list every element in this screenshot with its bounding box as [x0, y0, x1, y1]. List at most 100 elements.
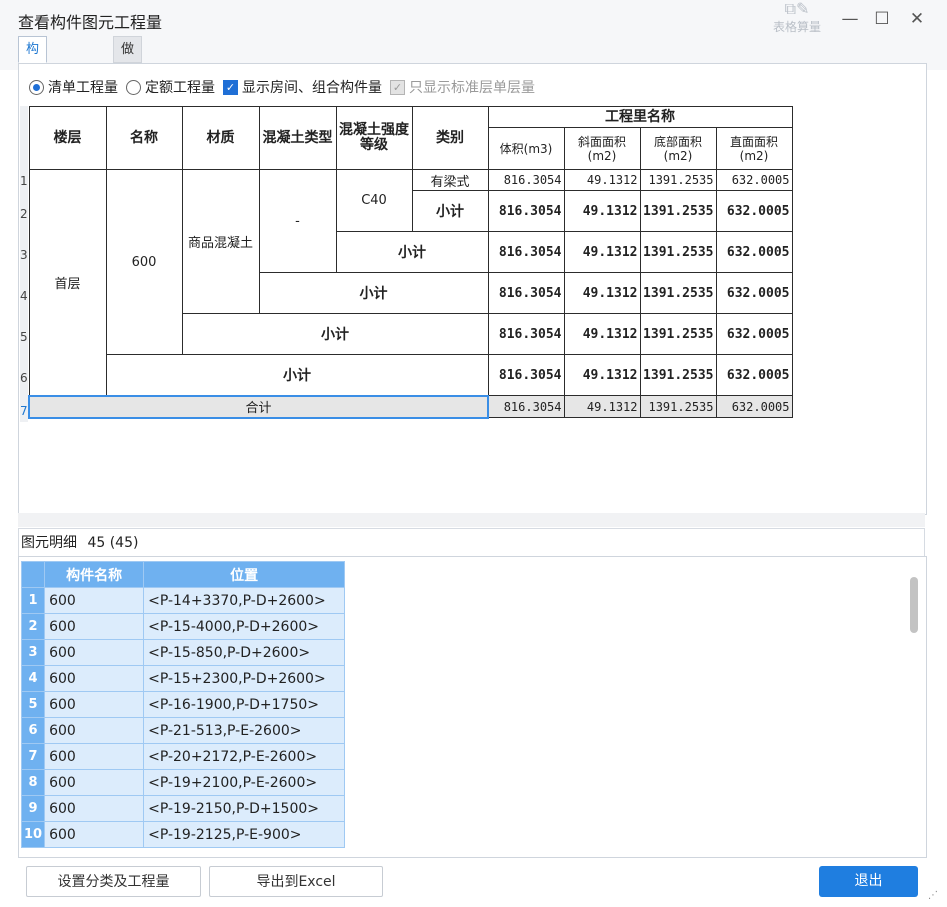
- subtotal-volume[interactable]: 816.3054: [487, 354, 565, 396]
- subtotal-slope-area[interactable]: 49.1312: [563, 190, 641, 232]
- row-name[interactable]: 600: [44, 613, 145, 640]
- tab-method-quantity[interactable]: 做法工程量: [113, 36, 143, 157]
- splitter[interactable]: [18, 513, 925, 527]
- row-position[interactable]: <P-19+2100,P-E-2600>: [143, 769, 346, 796]
- row-position[interactable]: <P-20+2172,P-E-2600>: [143, 743, 346, 770]
- total-bottom-area[interactable]: 1391.2535: [639, 395, 717, 418]
- table-row[interactable]: 6 600 <P-21-513,P-E-2600>: [20, 717, 346, 744]
- options-bar: 清单工程量 定额工程量 ✓ 显示房间、组合构件量 ✓ 只显示标准层单层量: [29, 77, 543, 97]
- total-volume[interactable]: 816.3054: [487, 395, 565, 418]
- checkbox-show-rooms[interactable]: ✓ 显示房间、组合构件量: [223, 77, 382, 97]
- radio-quota-quantity[interactable]: 定额工程量: [126, 77, 215, 97]
- export-excel-button[interactable]: 导出到Excel: [209, 866, 383, 897]
- row-position[interactable]: <P-19-2150,P-D+1500>: [143, 795, 346, 822]
- edit-table-icon: ⧉✎: [784, 0, 810, 18]
- subtotal-vertical-area[interactable]: 632.0005: [715, 313, 793, 355]
- subtotal-label[interactable]: 小计: [181, 313, 489, 355]
- cell-strength[interactable]: C40: [335, 169, 413, 232]
- table-row[interactable]: 4 600 <P-15+2300,P-D+2600>: [20, 665, 346, 692]
- subtotal-label[interactable]: 小计: [105, 354, 489, 396]
- subtotal-slope-area[interactable]: 49.1312: [563, 313, 641, 355]
- header-slope-area: 斜面面积(m2): [563, 127, 641, 170]
- subtotal-label[interactable]: 小计: [258, 272, 489, 314]
- subtotal-slope-area[interactable]: 49.1312: [563, 231, 641, 273]
- cell-category[interactable]: 有梁式: [411, 169, 489, 191]
- maximize-button[interactable]: ☐: [870, 8, 894, 32]
- minimize-button[interactable]: —: [838, 8, 862, 32]
- tab-component-quantity[interactable]: 构件工程量: [18, 36, 48, 157]
- subtotal-volume[interactable]: 816.3054: [487, 272, 565, 314]
- quantity-table: 楼层 名称 材质 混凝土类型 混凝土强度等级 类别 工程里名称 体积(m3) 斜…: [28, 106, 793, 419]
- radio-empty-icon: [126, 79, 141, 95]
- table-row[interactable]: 2 600 <P-15-4000,P-D+2600>: [20, 613, 346, 640]
- subtotal-label[interactable]: 小计: [335, 231, 489, 273]
- table-row[interactable]: 9 600 <P-19-2150,P-D+1500>: [20, 795, 346, 822]
- checkbox-show-rooms-label: 显示房间、组合构件量: [242, 80, 382, 96]
- checkbox-standard-floor[interactable]: ✓ 只显示标准层单层量: [390, 77, 535, 97]
- row-position[interactable]: <P-15+2300,P-D+2600>: [143, 665, 346, 692]
- background-table-tool: ⧉✎ 表格算量: [762, 0, 832, 45]
- header-name: 名称: [105, 106, 183, 170]
- total-vertical-area[interactable]: 632.0005: [715, 395, 793, 418]
- resize-grip-icon[interactable]: ⋰: [928, 890, 942, 904]
- cell-floor[interactable]: 首层: [28, 169, 107, 396]
- table-row[interactable]: 5 600 <P-16-1900,P-D+1750>: [20, 691, 346, 718]
- subtotal-slope-area[interactable]: 49.1312: [563, 354, 641, 396]
- subtotal-volume[interactable]: 816.3054: [487, 231, 565, 273]
- header-volume: 体积(m3): [487, 127, 565, 170]
- cell-volume[interactable]: 816.3054: [487, 169, 565, 191]
- subtotal-bottom-area[interactable]: 1391.2535: [639, 190, 717, 232]
- row-name[interactable]: 600: [44, 717, 145, 744]
- table-row[interactable]: 10 600 <P-19-2125,P-E-900>: [20, 821, 346, 848]
- table-row[interactable]: 8 600 <P-19+2100,P-E-2600>: [20, 769, 346, 796]
- row-name[interactable]: 600: [44, 587, 145, 614]
- table-row[interactable]: 3 600 <P-15-850,P-D+2600>: [20, 639, 346, 666]
- cell-concrete-type[interactable]: -: [258, 169, 337, 273]
- detail-col-position[interactable]: 位置: [143, 561, 346, 588]
- cell-bottom-area[interactable]: 1391.2535: [639, 169, 717, 191]
- subtotal-volume[interactable]: 816.3054: [487, 190, 565, 232]
- row-name[interactable]: 600: [44, 639, 145, 666]
- subtotal-vertical-area[interactable]: 632.0005: [715, 231, 793, 273]
- radio-selected-icon: [29, 79, 44, 95]
- row-position[interactable]: <P-21-513,P-E-2600>: [143, 717, 346, 744]
- total-label[interactable]: 合计: [28, 394, 489, 419]
- subtotal-slope-area[interactable]: 49.1312: [563, 272, 641, 314]
- row-position[interactable]: <P-15-4000,P-D+2600>: [143, 613, 346, 640]
- row-position[interactable]: <P-19-2125,P-E-900>: [143, 821, 346, 848]
- cell-material[interactable]: 商品混凝土: [181, 169, 260, 314]
- cell-slope-area[interactable]: 49.1312: [563, 169, 641, 191]
- subtotal-bottom-area[interactable]: 1391.2535: [639, 231, 717, 273]
- cell-name[interactable]: 600: [105, 169, 183, 355]
- row-position[interactable]: <P-15-850,P-D+2600>: [143, 639, 346, 666]
- exit-button[interactable]: 退出: [819, 866, 918, 897]
- row-name[interactable]: 600: [44, 795, 145, 822]
- subtotal-vertical-area[interactable]: 632.0005: [715, 190, 793, 232]
- detail-corner: [20, 561, 46, 588]
- subtotal-label[interactable]: 小计: [411, 190, 489, 232]
- row-name[interactable]: 600: [44, 769, 145, 796]
- row-index: 3: [20, 639, 46, 666]
- row-position[interactable]: <P-14+3370,P-D+2600>: [143, 587, 346, 614]
- row-name[interactable]: 600: [44, 691, 145, 718]
- table-row[interactable]: 7 600 <P-20+2172,P-E-2600>: [20, 743, 346, 770]
- settings-button[interactable]: 设置分类及工程量: [26, 866, 201, 897]
- subtotal-volume[interactable]: 816.3054: [487, 313, 565, 355]
- radio-list-quantity[interactable]: 清单工程量: [29, 77, 118, 97]
- row-name[interactable]: 600: [44, 743, 145, 770]
- cell-vertical-area[interactable]: 632.0005: [715, 169, 793, 191]
- subtotal-bottom-area[interactable]: 1391.2535: [639, 272, 717, 314]
- subtotal-bottom-area[interactable]: 1391.2535: [639, 354, 717, 396]
- total-slope-area[interactable]: 49.1312: [563, 395, 641, 418]
- close-button[interactable]: ✕: [905, 8, 929, 32]
- subtotal-bottom-area[interactable]: 1391.2535: [639, 313, 717, 355]
- detail-col-name[interactable]: 构件名称: [44, 561, 145, 588]
- row-position[interactable]: <P-16-1900,P-D+1750>: [143, 691, 346, 718]
- row-name[interactable]: 600: [44, 821, 145, 848]
- detail-header: 图元明细 45 (45): [18, 528, 925, 556]
- subtotal-vertical-area[interactable]: 632.0005: [715, 354, 793, 396]
- row-name[interactable]: 600: [44, 665, 145, 692]
- detail-scrollbar[interactable]: [910, 577, 918, 633]
- subtotal-vertical-area[interactable]: 632.0005: [715, 272, 793, 314]
- table-row[interactable]: 1 600 <P-14+3370,P-D+2600>: [20, 587, 346, 614]
